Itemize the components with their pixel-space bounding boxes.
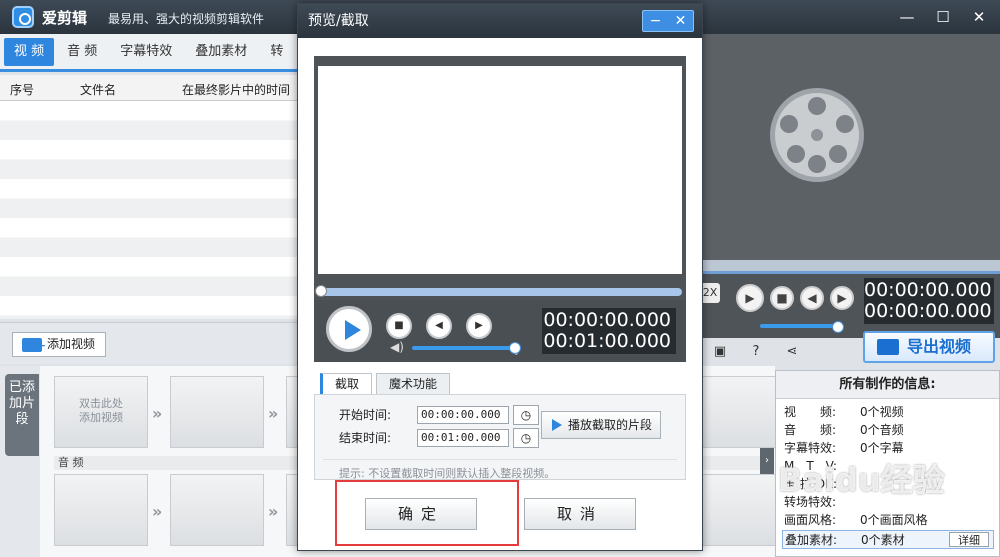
arrow-icon: » [152,404,163,423]
arrow-icon: » [152,502,163,521]
main-volume-slider[interactable] [760,321,844,333]
main-time-total: 00:00:00.000 [864,300,992,322]
tab-magic[interactable]: 魔术功能 [376,373,451,395]
dialog-seek-bar[interactable] [315,285,682,297]
speaker-icon[interactable]: ◀) [390,340,404,354]
file-list-header: 序号 文件名 在最终影片中的时间 [0,75,298,101]
dialog-prev-icon[interactable]: ◀ [426,313,452,339]
dialog-time-current: 00:00:00.000 [543,309,671,331]
tab-overlay[interactable]: 叠加素材 [185,38,257,66]
tab-audio[interactable]: 音 频 [57,38,107,66]
start-time-row: 开始时间: 00:00:00.000 ◷ [339,405,539,425]
main-toolbar-icons: ▣ ? ⋖ [700,338,860,366]
main-prev-icon[interactable]: ◀ [800,286,824,310]
info-row-style: 画面风格: 0个画面风格 [784,513,928,527]
minimize-icon[interactable]: — [896,7,918,27]
film-reel-icon [770,88,864,182]
main-tabs: 视 频 音 频 字幕特效 叠加素材 转 [0,34,298,72]
divider [323,459,677,460]
tab-clip[interactable]: 截取 [320,373,373,395]
end-time-pick-icon[interactable]: ◷ [513,428,539,448]
save-icon[interactable]: ▣ [712,344,728,360]
info-row-overlay: 叠加素材: 0个素材 详细 [782,530,994,549]
dialog-player: ⌄ ■ ◀ ▶ ◀) 00:00:00.000 00:01:00.000 [314,56,686,362]
column-time-in-film[interactable]: 在最终影片中的时间 [182,81,290,98]
start-time-label: 开始时间: [339,408,392,422]
main-play-icon[interactable]: ▶ [736,284,764,312]
main-timecode: 00:00:00.000 00:00:00.000 [864,278,994,324]
tab-subtitle-effects[interactable]: 字幕特效 [110,38,182,66]
app-logo-icon [12,6,34,28]
preview-clip-dialog: 预览/截取 − ✕ ⌄ ■ ◀ ▶ ◀) 00:00:00.000 00:01:… [297,3,703,551]
arrow-icon: » [268,404,279,423]
close-icon[interactable]: ✕ [968,7,990,27]
main-time-current: 00:00:00.000 [864,279,992,301]
end-time-input[interactable]: 00:01:00.000 [417,429,509,447]
dialog-minimize-icon[interactable]: − [643,11,668,31]
add-video-bar: 添加视频 [0,322,298,364]
dialog-seek-handle[interactable] [315,285,327,297]
main-next-icon[interactable]: ▶ [830,286,854,310]
empty-clip-slot[interactable] [170,376,264,448]
dialog-stop-icon[interactable]: ■ [386,313,412,339]
export-video-label: 导出视频 [907,337,972,356]
info-row-video: 视 频: 0个视频 [784,405,904,419]
audio-clip-slot[interactable] [170,474,264,546]
dialog-titlebar: 预览/截取 − ✕ [298,4,702,38]
dialog-title: 预览/截取 [308,13,369,29]
collapse-panel-icon[interactable]: › [760,448,774,474]
help-icon[interactable]: ? [748,344,764,360]
start-time-pick-icon[interactable]: ◷ [513,405,539,425]
main-stop-icon[interactable]: ■ [770,286,794,310]
placeholder-clip-text: 双击此处 添加视频 [79,397,123,424]
confirm-button[interactable]: 确定 [365,498,477,530]
dialog-volume-slider[interactable] [412,342,521,354]
dialog-close-icon[interactable]: ✕ [668,11,693,31]
arrow-icon: » [268,502,279,521]
cancel-button[interactable]: 取消 [524,498,636,530]
file-list[interactable] [0,101,298,319]
baidu-watermark: Baidu经验 [778,461,945,499]
hint-text: 提示: 不设置截取时间则默认插入整段视频。 [339,467,556,480]
placeholder-clip[interactable]: 双击此处 添加视频 [54,376,148,448]
clip-settings-panel: 开始时间: 00:00:00.000 ◷ 结束时间: 00:01:00.000 … [314,394,686,480]
app-name: 爱剪辑 [42,9,88,27]
app-slogan: 最易用、强大的视频剪辑软件 [108,12,265,26]
dialog-play-icon[interactable] [326,306,372,352]
audio-clip-slot[interactable] [54,474,148,546]
dialog-window-controls: − ✕ [642,10,694,32]
add-video-button[interactable]: 添加视频 [12,332,106,357]
export-video-button[interactable]: 导出视频 [863,331,995,363]
add-film-icon [22,334,46,357]
dialog-next-icon[interactable]: ▶ [466,313,492,339]
dialog-timecode: 00:00:00.000 00:01:00.000 [542,308,676,354]
start-time-input[interactable]: 00:00:00.000 [417,406,509,424]
add-video-label: 添加视频 [47,337,96,351]
play-clip-button[interactable]: 播放截取的片段 [541,411,661,439]
end-time-label: 结束时间: [339,431,392,445]
export-icon [877,339,899,355]
window-controls: — ☐ ✕ [896,7,990,27]
dialog-video-preview[interactable] [318,66,682,274]
dialog-time-total: 00:01:00.000 [543,330,671,352]
end-time-row: 结束时间: 00:01:00.000 ◷ [339,428,539,448]
added-clips-tab[interactable]: 已添加片段 [5,374,39,456]
tab-video[interactable]: 视 频 [4,37,55,66]
tab-transition[interactable]: 转 [260,38,293,66]
detail-button[interactable]: 详细 [949,532,989,547]
column-filename[interactable]: 文件名 [80,81,116,98]
column-index[interactable]: 序号 [10,81,34,98]
info-panel-title: 所有制作的信息: [776,371,999,399]
share-icon[interactable]: ⋖ [784,344,800,360]
speed-button[interactable]: 2X [700,283,720,303]
maximize-icon[interactable]: ☐ [932,7,954,27]
info-row-audio: 音 频: 0个音频 [784,423,904,437]
main-seek-bar[interactable] [700,260,1000,274]
dialog-tabs: 截取 魔术功能 [320,373,451,395]
